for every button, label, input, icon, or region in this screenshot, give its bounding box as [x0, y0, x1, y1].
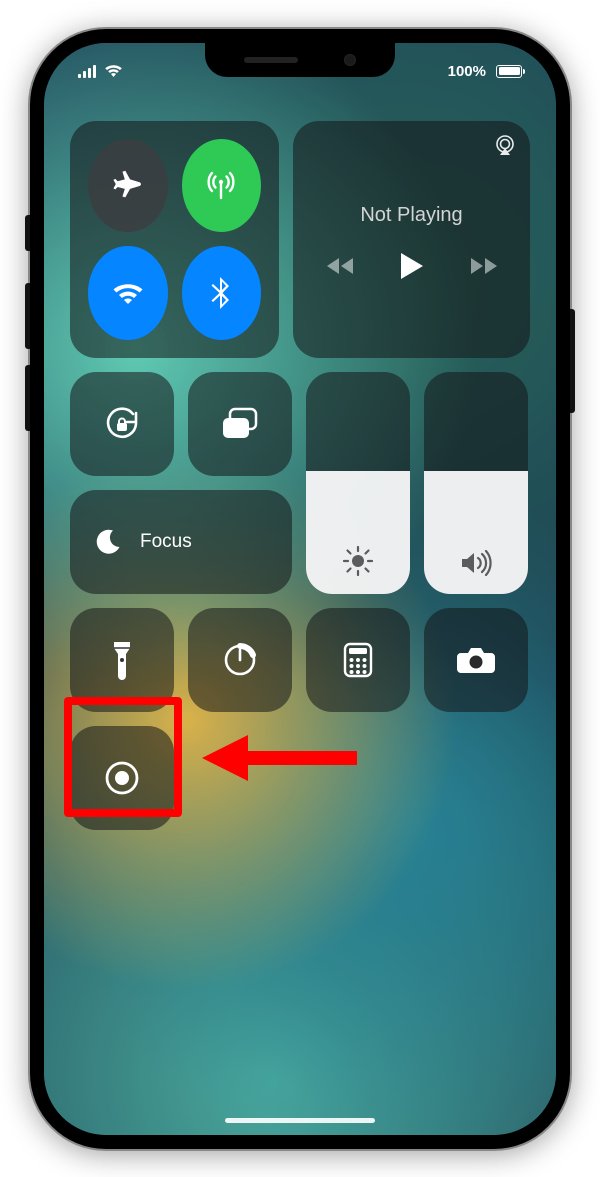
phone-frame: 100%	[30, 29, 570, 1149]
battery-icon	[496, 65, 522, 78]
front-camera	[344, 54, 356, 66]
focus-button[interactable]: Focus	[70, 490, 292, 594]
volume-up-button	[25, 283, 30, 349]
brightness-slider[interactable]	[306, 372, 410, 594]
flashlight-button[interactable]	[70, 608, 174, 712]
orientation-lock-button[interactable]	[70, 372, 174, 476]
connectivity-module[interactable]	[70, 121, 279, 358]
focus-label: Focus	[140, 531, 192, 553]
wifi-status-icon	[104, 64, 123, 78]
airplay-icon[interactable]	[494, 135, 516, 155]
mute-switch	[25, 215, 30, 251]
screen-mirroring-button[interactable]	[188, 372, 292, 476]
volume-down-button	[25, 365, 30, 431]
airplane-icon	[112, 169, 144, 201]
airplane-mode-button[interactable]	[88, 139, 168, 233]
bluetooth-button[interactable]	[182, 246, 262, 340]
timer-icon	[222, 642, 258, 678]
home-indicator[interactable]	[225, 1118, 375, 1123]
moon-icon	[94, 528, 122, 556]
antenna-icon	[204, 168, 238, 202]
timer-button[interactable]	[188, 608, 292, 712]
notch	[205, 43, 395, 77]
rotation-lock-icon	[102, 404, 142, 444]
next-track-icon[interactable]	[469, 256, 497, 276]
cellular-signal-icon	[78, 65, 98, 78]
flashlight-icon	[111, 640, 133, 680]
previous-track-icon[interactable]	[327, 256, 355, 276]
play-icon[interactable]	[399, 251, 425, 281]
wifi-icon	[111, 280, 145, 306]
media-title: Not Playing	[360, 204, 462, 227]
record-icon	[102, 758, 142, 798]
cellular-data-button[interactable]	[182, 139, 262, 233]
camera-button[interactable]	[424, 608, 528, 712]
screen-recording-button[interactable]	[70, 726, 174, 830]
wifi-button[interactable]	[88, 246, 168, 340]
battery-percent: 100%	[448, 63, 486, 80]
volume-slider[interactable]	[424, 372, 528, 594]
control-center: Not Playing	[70, 121, 530, 830]
camera-icon	[456, 645, 496, 675]
screen: 100%	[44, 43, 556, 1135]
calculator-icon	[343, 642, 373, 678]
earpiece	[244, 57, 298, 63]
speaker-icon	[460, 550, 492, 576]
power-button	[570, 309, 575, 413]
sun-icon	[343, 546, 373, 576]
media-module[interactable]: Not Playing	[293, 121, 530, 358]
bluetooth-icon	[211, 276, 231, 310]
screen-mirroring-icon	[220, 407, 260, 441]
calculator-button[interactable]	[306, 608, 410, 712]
